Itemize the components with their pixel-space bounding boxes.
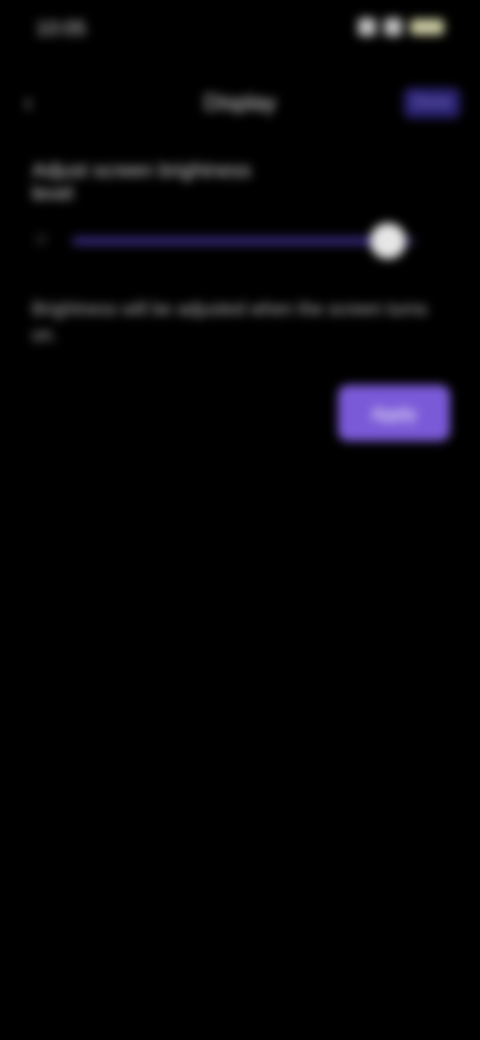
slider-track[interactable]	[72, 223, 416, 259]
brightness-low-icon: ☼	[32, 227, 51, 249]
status-icons	[358, 18, 444, 36]
wifi-icon	[384, 18, 402, 36]
brightness-slider[interactable]: ☼	[32, 215, 432, 265]
status-time: 10:05	[36, 18, 87, 40]
setting-label: Adjust screen brightness level	[32, 160, 252, 205]
description-text: Brightness will be adjusted when the scr…	[32, 299, 428, 345]
signal-icon	[358, 18, 376, 36]
done-button[interactable]: Done	[404, 88, 460, 118]
app-bar: ‹ Display Done	[0, 70, 480, 140]
screen: 10:05 ‹ Display Done Adjust screen brigh…	[0, 0, 480, 1040]
slider-thumb[interactable]	[370, 223, 407, 259]
status-bar: 10:05	[0, 0, 480, 60]
slider-fill	[72, 237, 389, 245]
apply-button[interactable]: Apply	[338, 385, 450, 441]
battery-icon	[410, 19, 444, 35]
